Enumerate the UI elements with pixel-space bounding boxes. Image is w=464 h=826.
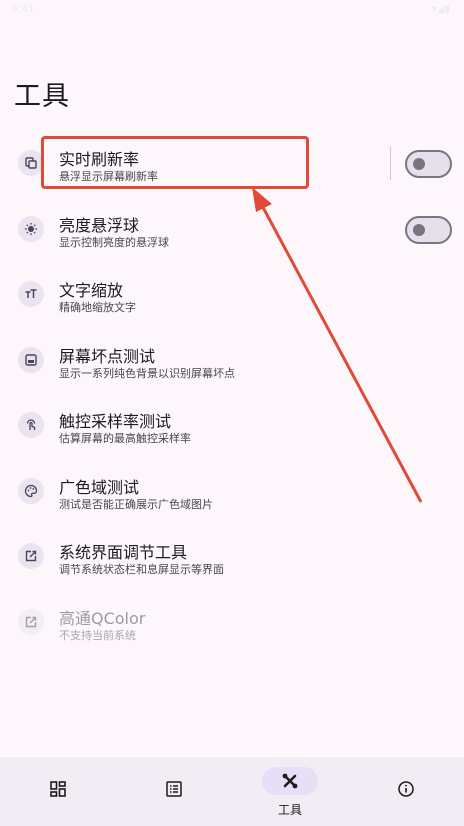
- tool-item-brightness-ball[interactable]: 亮度悬浮球 显示控制亮度的悬浮球: [0, 196, 464, 262]
- tool-item-wide-gamut-test[interactable]: 广色域测试 测试是否能正确展示广色域图片: [0, 458, 464, 524]
- open-external-icon: [18, 608, 44, 635]
- tool-item-dead-pixel-test[interactable]: 屏幕坏点测试 显示一系列纯色背景以识别屏幕坏点: [0, 327, 464, 393]
- tool-title: 亮度悬浮球: [59, 215, 140, 235]
- tool-item-qcolor: 高通QColor 不支持当前系统: [0, 589, 464, 655]
- status-time: 9:41: [12, 4, 35, 15]
- tool-subtitle: 调节系统状态栏和息屏显示等界面: [59, 563, 224, 576]
- brightness-ball-toggle[interactable]: [405, 215, 452, 244]
- status-icons: ▾◢▮: [431, 4, 450, 15]
- list-icon: [166, 781, 182, 797]
- annotation-highlight-box: [41, 136, 309, 189]
- divider: [390, 146, 391, 180]
- tools-icon: [282, 773, 298, 789]
- page-title: 工具: [14, 81, 70, 112]
- text-size-icon: [18, 281, 44, 307]
- nav-label-tools: 工具: [277, 803, 302, 817]
- tool-title: 系统界面调节工具: [59, 543, 188, 562]
- refresh-rate-toggle[interactable]: [405, 150, 452, 178]
- tool-title: 高通QColor: [59, 608, 146, 628]
- tool-subtitle: 精确地缩放文字: [59, 301, 136, 314]
- toggle-knob: [413, 223, 425, 236]
- bottom-nav: 工具: [0, 757, 464, 826]
- open-external-icon: [18, 543, 44, 569]
- screen-test-icon: [18, 346, 44, 373]
- tool-subtitle: 显示控制亮度的悬浮球: [59, 235, 169, 249]
- touch-icon: [18, 412, 44, 438]
- nav-item-list[interactable]: [116, 757, 232, 826]
- brightness-icon: [18, 215, 44, 242]
- nav-item-tools[interactable]: 工具: [232, 757, 348, 826]
- palette-icon: [18, 477, 44, 504]
- info-icon: [398, 781, 414, 797]
- nav-item-dashboard[interactable]: [0, 757, 116, 826]
- tool-item-text-scale[interactable]: 文字缩放 精确地缩放文字: [0, 261, 464, 327]
- tool-title: 屏幕坏点测试: [59, 346, 156, 366]
- tool-subtitle: 不支持当前系统: [59, 628, 136, 642]
- tool-item-touch-sampling-test[interactable]: 触控采样率测试 估算屏幕的最高触控采样率: [0, 392, 464, 458]
- tool-title: 文字缩放: [59, 281, 124, 300]
- status-bar: 9:41 ▾◢▮: [0, 0, 464, 22]
- dashboard-icon: [50, 781, 66, 797]
- toggle-knob: [413, 158, 425, 170]
- tool-subtitle: 测试是否能正确展示广色域图片: [59, 497, 213, 511]
- tool-subtitle: 显示一系列纯色背景以识别屏幕坏点: [59, 366, 235, 380]
- tool-list: 实时刷新率 悬浮显示屏幕刷新率 亮度悬浮球 显示控制亮度的悬浮球 文字缩放 精确…: [0, 130, 464, 654]
- nav-item-about[interactable]: [348, 757, 464, 826]
- tool-subtitle: 估算屏幕的最高触控采样率: [59, 432, 191, 445]
- tool-item-system-ui-tuner[interactable]: 系统界面调节工具 调节系统状态栏和息屏显示等界面: [0, 523, 464, 589]
- tool-title: 触控采样率测试: [59, 412, 172, 431]
- tool-title: 广色域测试: [59, 477, 140, 497]
